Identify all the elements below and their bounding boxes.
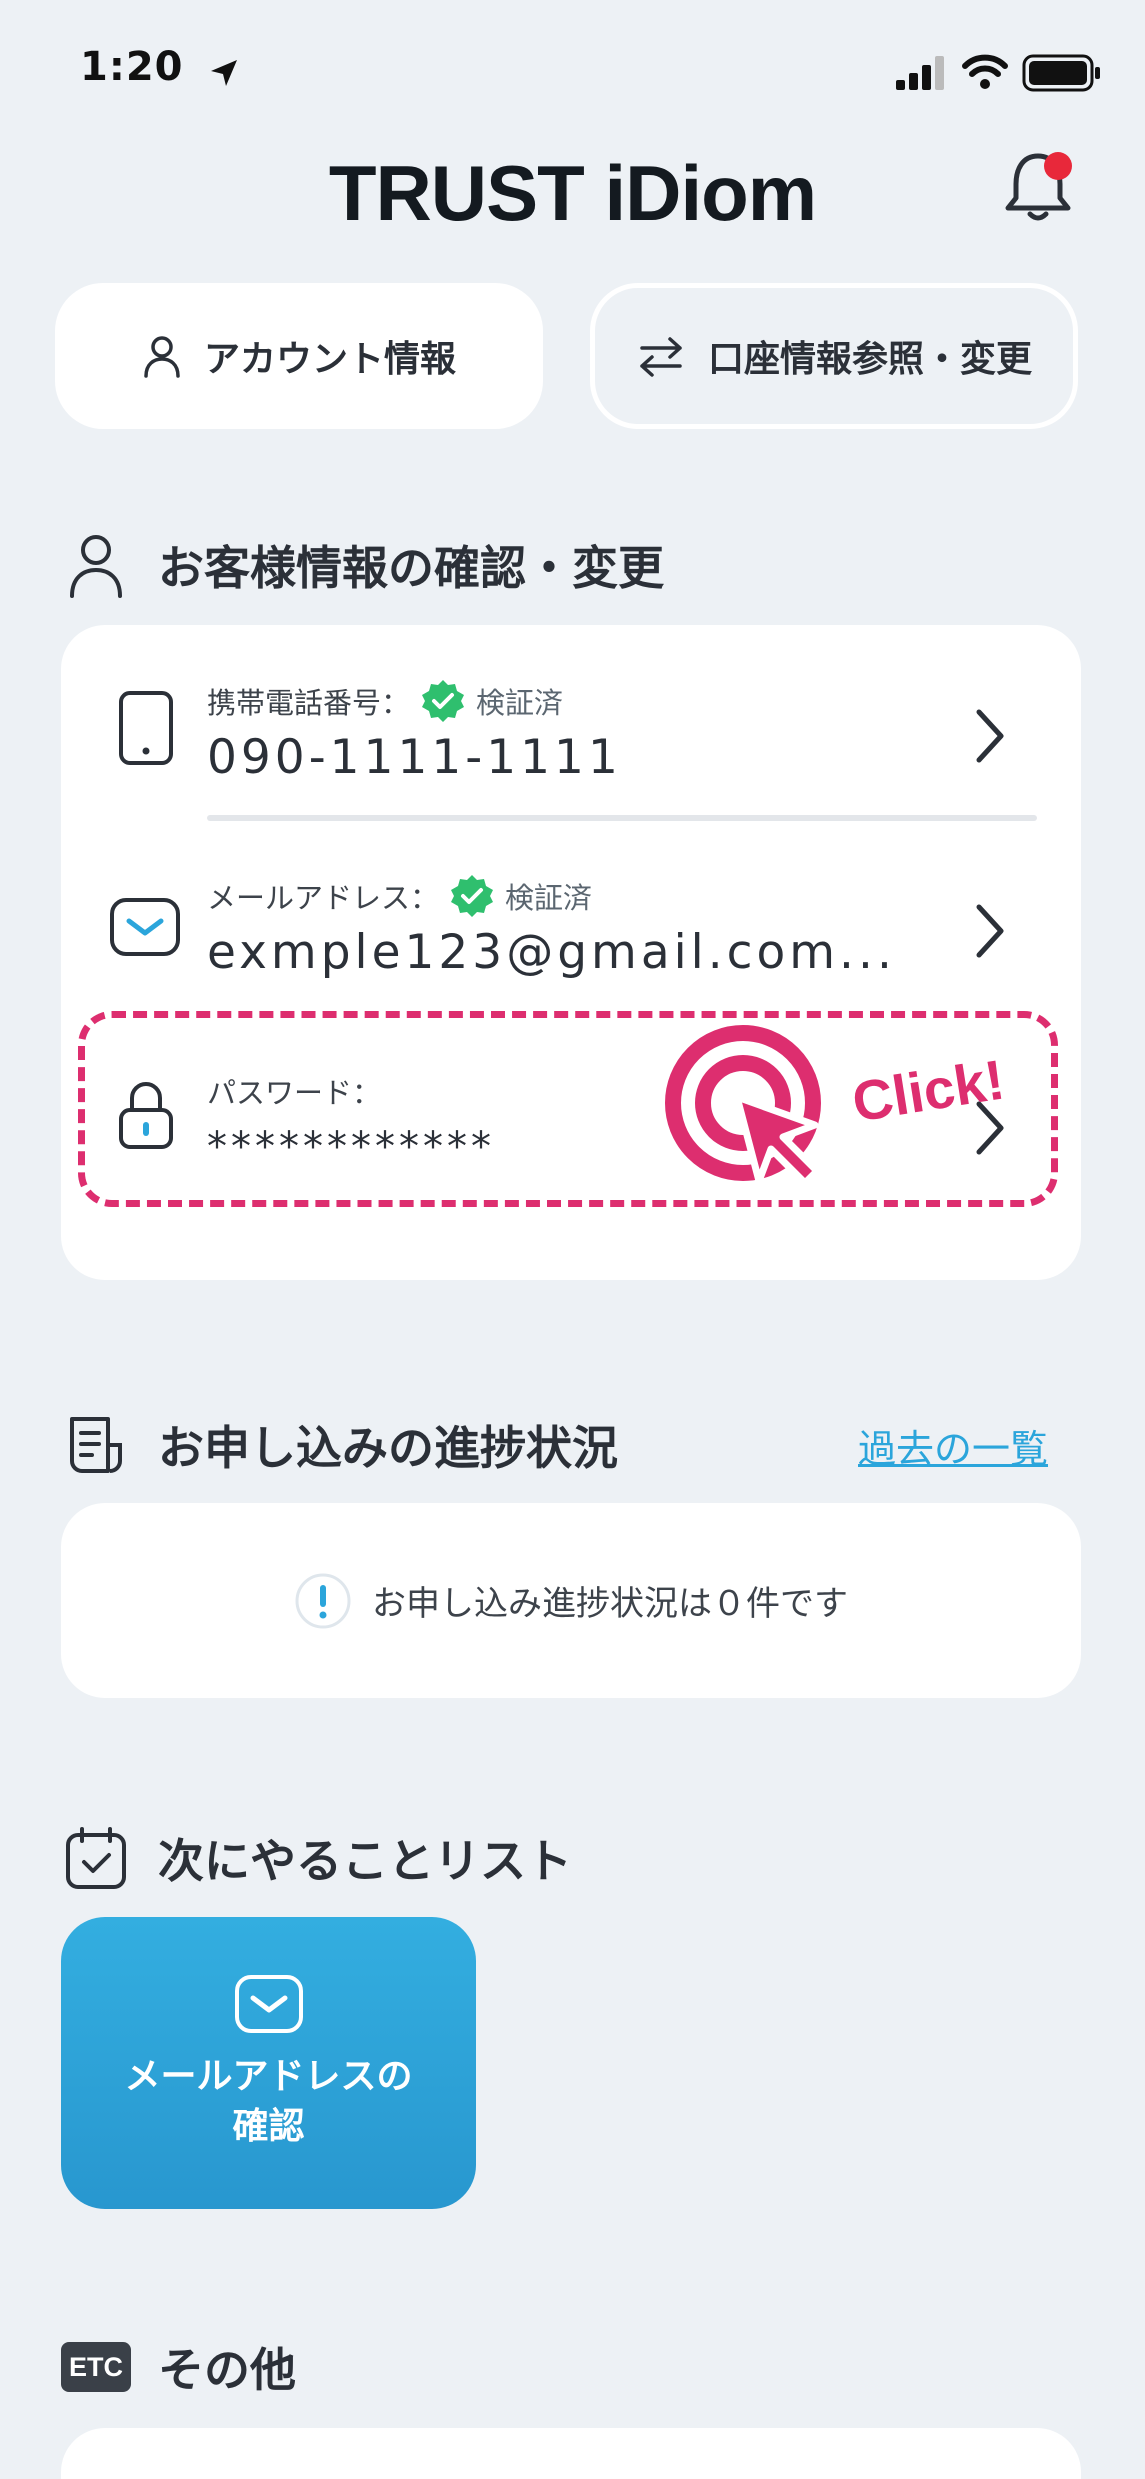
- click-cursor-icon: [665, 1025, 821, 1187]
- info-exclamation-icon: [295, 1573, 351, 1628]
- account-info-label: アカウント情報: [203, 339, 456, 380]
- application-section-title: お申し込みの進捗状況: [158, 1421, 618, 1475]
- phone-value: 090-1111-1111: [207, 730, 622, 785]
- verified-badge-icon: [422, 680, 465, 722]
- application-section-header: お申し込みの進捗状況: [68, 1410, 618, 1480]
- other-card: [61, 2428, 1081, 2479]
- todo-section-title: 次にやることリスト: [158, 1834, 572, 1888]
- row-divider: [207, 815, 1037, 821]
- todo-section-header: 次にやることリスト: [64, 1820, 572, 1896]
- other-section-title: その他: [158, 2343, 296, 2397]
- document-list-icon: [70, 1417, 122, 1473]
- battery-icon: [1022, 54, 1100, 92]
- location-arrow-icon: [211, 60, 237, 86]
- verified-badge-icon: [451, 875, 494, 917]
- calendar-check-icon: [66, 1827, 126, 1889]
- email-label: メールアドレス：: [207, 881, 440, 915]
- todo-card-label-line1: メールアドレスの: [124, 2056, 413, 2097]
- phone-row[interactable]: 携帯電話番号： 検証済 090-1111-1111: [61, 660, 1081, 810]
- customer-section-header: お客様情報の確認・変更: [68, 530, 664, 600]
- customer-section-title: お客様情報の確認・変更: [158, 541, 664, 595]
- mail-icon: [110, 898, 180, 956]
- mail-icon: [234, 1975, 303, 2033]
- chevron-right-icon: [976, 709, 1004, 763]
- phone-verified-text: 検証済: [476, 686, 564, 720]
- todo-card-label-line2: 確認: [232, 2106, 305, 2147]
- status-time: 1:20: [80, 44, 184, 90]
- todo-email-confirm-card[interactable]: メールアドレスの 確認: [61, 1917, 476, 2209]
- notification-bell-button[interactable]: [998, 146, 1078, 226]
- application-status-card: お申し込み進捗状況は０件です: [61, 1503, 1081, 1698]
- bell-icon: [1005, 152, 1072, 221]
- bank-account-label: 口座情報参照・変更: [707, 339, 1032, 380]
- application-empty-message: お申し込み進捗状況は０件です: [372, 1584, 848, 1624]
- email-verified-text: 検証済: [505, 881, 593, 915]
- phone-icon: [119, 691, 173, 765]
- bank-account-button[interactable]: 口座情報参照・変更: [590, 283, 1078, 429]
- app-logo: TRUST iDiom: [328, 149, 817, 237]
- email-row[interactable]: メールアドレス： 検証済 exmple123@gmail.com...: [61, 855, 1081, 1005]
- cellular-signal-icon: [896, 56, 944, 90]
- past-list-link[interactable]: 過去の一覧: [858, 1418, 1048, 1473]
- person-icon: [144, 336, 180, 378]
- wifi-icon: [962, 54, 1008, 89]
- phone-label: 携帯電話番号：: [207, 686, 411, 720]
- email-value: exmple123@gmail.com...: [207, 925, 896, 980]
- etc-badge: ETC: [61, 2342, 131, 2392]
- chevron-right-icon: [976, 904, 1004, 958]
- account-info-button[interactable]: アカウント情報: [55, 283, 543, 429]
- swap-arrows-icon: [640, 337, 682, 377]
- person-icon: [70, 535, 122, 598]
- notification-badge: [1044, 152, 1072, 180]
